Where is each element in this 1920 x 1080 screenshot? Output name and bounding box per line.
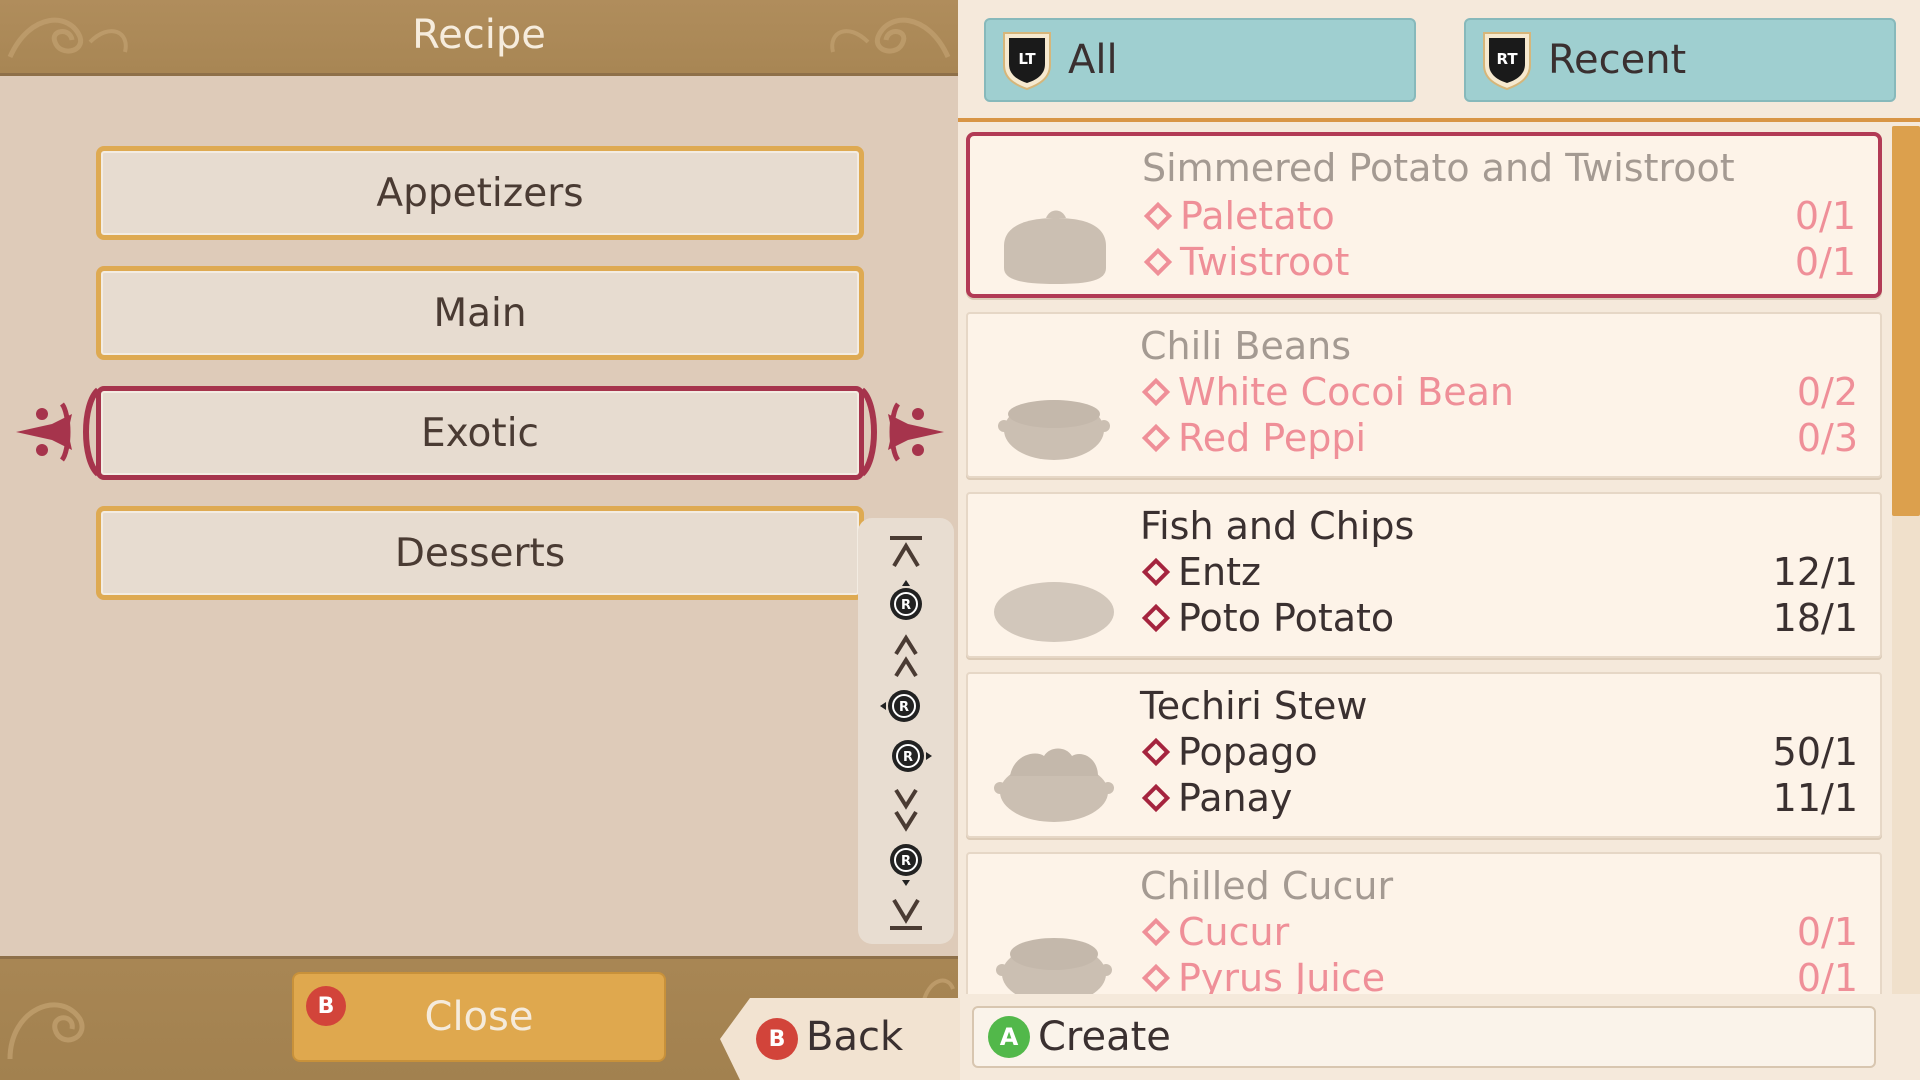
- jump-to-bottom-icon[interactable]: [858, 894, 954, 934]
- ingredient-row: Paletato: [1143, 194, 1335, 238]
- recipe-list: Simmered Potato and Twistroot Paletato 0…: [958, 126, 1892, 994]
- ingredient-name: Panay: [1178, 776, 1293, 820]
- create-button-label: Create: [1038, 1014, 1171, 1060]
- recipe-item-chilled-cucur[interactable]: Chilled Cucur Cucur 0/1 Pyrus Juice 0/1: [966, 852, 1882, 994]
- diamond-icon: [1141, 557, 1171, 587]
- lt-trigger-icon: LT: [1003, 32, 1051, 91]
- dish-silhouette-icon: [1004, 210, 1106, 284]
- dish-silhouette-icon: [994, 582, 1114, 642]
- recipe-name: Techiri Stew: [1140, 684, 1368, 728]
- tab-all[interactable]: LT All: [984, 18, 1416, 102]
- rt-trigger-icon: RT: [1483, 32, 1531, 91]
- ornament-icon: [7, 1002, 85, 1060]
- recipe-item-simmered-potato[interactable]: Simmered Potato and Twistroot Paletato 0…: [966, 132, 1882, 298]
- ingredient-name: Entz: [1178, 550, 1261, 594]
- tab-recent[interactable]: RT Recent: [1464, 18, 1896, 102]
- diamond-icon: [1141, 423, 1171, 453]
- ingredient-count: 0/1: [1796, 956, 1858, 994]
- close-button-label: Close: [424, 994, 534, 1040]
- recipe-header: Recipe: [0, 0, 958, 76]
- filter-tab-bar: LT All RT Recent: [958, 0, 1920, 122]
- page-down-icon[interactable]: [858, 784, 954, 834]
- recipe-item-chili-beans[interactable]: Chili Beans White Cocoi Bean 0/2 Red Pep…: [966, 312, 1882, 478]
- ingredient-row: Poto Potato: [1141, 596, 1395, 640]
- a-button-icon: A: [988, 1016, 1030, 1058]
- category-exotic-button[interactable]: Exotic: [96, 386, 864, 480]
- ornament-icon: [830, 17, 951, 59]
- recipe-name: Chili Beans: [1140, 324, 1351, 368]
- category-main-button[interactable]: Main: [96, 266, 864, 360]
- ingredient-row: Cucur: [1141, 910, 1290, 954]
- tab-recent-label: Recent: [1548, 37, 1687, 83]
- ingredient-row: Panay: [1141, 776, 1293, 820]
- ingredient-name: Pyrus Juice: [1178, 956, 1386, 994]
- create-button[interactable]: A Create: [972, 1006, 1876, 1068]
- ingredient-count: 0/3: [1796, 416, 1858, 460]
- ingredient-row: Popago: [1141, 730, 1318, 774]
- r-stick-left-icon[interactable]: R: [858, 686, 954, 726]
- ingredient-name: White Cocoi Bean: [1178, 370, 1514, 414]
- page-up-icon[interactable]: [858, 632, 954, 682]
- ingredient-count: 18/1: [1772, 596, 1858, 640]
- ingredient-count: 0/1: [1794, 194, 1856, 238]
- dish-silhouette-icon: [996, 938, 1112, 994]
- r-stick-right-icon[interactable]: R: [858, 736, 954, 776]
- scrollbar-thumb[interactable]: [1892, 126, 1920, 516]
- scroll-controls: R R R R: [858, 518, 954, 944]
- diamond-icon: [1141, 737, 1171, 767]
- selection-flourish-icon: [859, 387, 944, 477]
- ingredient-row: Red Peppi: [1141, 416, 1367, 460]
- recipe-name: Simmered Potato and Twistroot: [1142, 146, 1735, 190]
- ingredient-count: 12/1: [1772, 550, 1858, 594]
- r-stick-up-icon[interactable]: R: [858, 578, 954, 626]
- diamond-icon: [1141, 917, 1171, 947]
- recipe-name: Chilled Cucur: [1140, 864, 1394, 908]
- diamond-icon: [1141, 783, 1171, 813]
- ingredient-count: 0/1: [1796, 910, 1858, 954]
- dish-silhouette-icon: [998, 400, 1110, 460]
- page-title: Recipe: [412, 12, 546, 58]
- recipe-item-techiri-stew[interactable]: Techiri Stew Popago 50/1 Panay 11/1: [966, 672, 1882, 838]
- svg-text:RT: RT: [1496, 50, 1518, 68]
- svg-text:LT: LT: [1018, 50, 1036, 68]
- b-button-icon: B: [306, 986, 346, 1026]
- tab-all-label: All: [1068, 37, 1118, 83]
- category-appetizers-button[interactable]: Appetizers: [96, 146, 864, 240]
- ingredient-row: Entz: [1141, 550, 1261, 594]
- ingredient-count: 50/1: [1772, 730, 1858, 774]
- ingredient-name: Paletato: [1180, 194, 1335, 238]
- diamond-icon: [1141, 963, 1171, 993]
- ingredient-row: Pyrus Juice: [1141, 956, 1386, 994]
- svg-text:R: R: [901, 598, 911, 613]
- ingredient-name: Cucur: [1178, 910, 1290, 954]
- back-button-label: Back: [806, 1014, 904, 1060]
- ingredient-name: Poto Potato: [1178, 596, 1395, 640]
- ingredient-row: White Cocoi Bean: [1141, 370, 1514, 414]
- diamond-icon: [1143, 247, 1173, 277]
- svg-text:R: R: [901, 854, 911, 869]
- close-button[interactable]: B Close: [292, 972, 666, 1062]
- dish-silhouette-icon: [994, 748, 1114, 822]
- diamond-icon: [1141, 603, 1171, 633]
- back-button[interactable]: B Back: [720, 998, 960, 1080]
- ingredient-name: Red Peppi: [1178, 416, 1367, 460]
- r-stick-down-icon[interactable]: R: [858, 840, 954, 888]
- recipe-name: Fish and Chips: [1140, 504, 1415, 548]
- ingredient-count: 0/2: [1796, 370, 1858, 414]
- ingredient-count: 11/1: [1772, 776, 1858, 820]
- ingredient-row: Twistroot: [1143, 240, 1350, 284]
- svg-text:R: R: [903, 750, 913, 765]
- ingredient-name: Popago: [1178, 730, 1318, 774]
- svg-text:R: R: [899, 700, 909, 715]
- diamond-icon: [1143, 201, 1173, 231]
- ingredient-count: 0/1: [1794, 240, 1856, 284]
- diamond-icon: [1141, 377, 1171, 407]
- b-button-icon: B: [756, 1018, 798, 1060]
- ingredient-name: Twistroot: [1180, 240, 1350, 284]
- selection-flourish-icon: [16, 387, 101, 477]
- jump-to-top-icon[interactable]: [858, 532, 954, 572]
- recipe-item-fish-and-chips[interactable]: Fish and Chips Entz 12/1 Poto Potato 18/…: [966, 492, 1882, 658]
- category-desserts-button[interactable]: Desserts: [96, 506, 864, 600]
